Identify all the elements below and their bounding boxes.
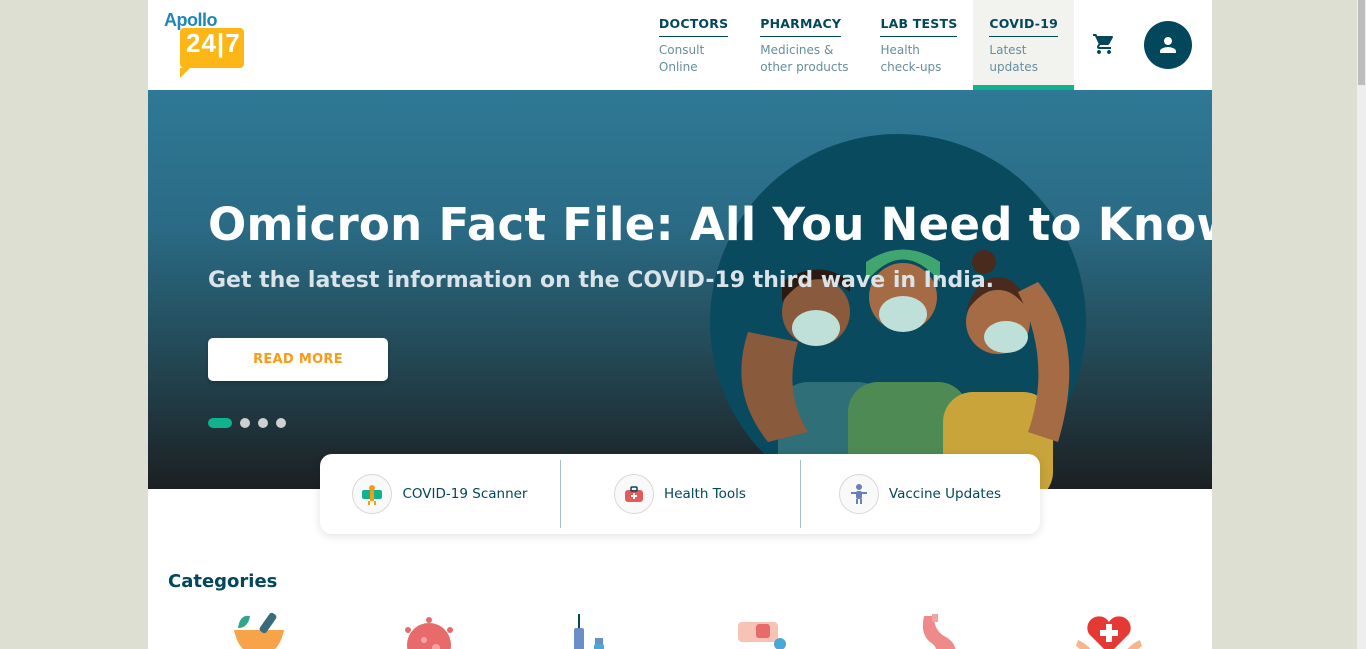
cart-icon [1093,34,1114,54]
quick-link-label: COVID-19 Scanner [402,486,528,502]
quick-links-card: COVID-19 Scanner Health Tools Vaccine Up… [320,454,1040,534]
health-kit-icon [614,474,655,514]
quick-link-covid-scanner[interactable]: COVID-19 Scanner [320,454,560,534]
hero-subtitle: Get the latest information on the COVID-… [208,268,995,293]
nav-item-subtitle: Health check-ups [880,43,942,74]
heart-hands-icon[interactable] [1074,610,1144,649]
virus-icon[interactable] [394,610,464,649]
hero-title: Omicron Fact File: All You Need to Know [208,198,1212,251]
avatar [1144,21,1192,69]
page-scrollbar[interactable] [1357,0,1366,649]
stomach-icon[interactable] [904,610,974,649]
quick-link-label: Vaccine Updates [888,486,1002,502]
bandage-icon[interactable] [734,610,804,649]
herbal-mortar-icon[interactable] [224,610,294,649]
user-icon [1160,37,1176,53]
nav-item-title: DOCTORS [658,16,729,37]
nav-item-subtitle: Latest updates [989,43,1038,74]
carousel-dots [208,418,286,428]
nav-item-subtitle: Medicines & other products [760,43,849,74]
read-more-button[interactable]: READ MORE [208,338,388,381]
carousel-dot-4[interactable] [276,418,286,428]
vaccine-vials-icon[interactable] [564,610,634,649]
apollo-logo[interactable]: Apollo 24|7 [164,10,244,78]
nav-item-title: PHARMACY [760,16,842,37]
page-container: Apollo 24|7 DOCTORS Consult Online PHARM… [148,0,1212,649]
nav-item-subtitle: Consult Online [658,43,705,74]
profile-button[interactable] [1132,0,1212,90]
carousel-dot-1[interactable] [208,418,232,428]
hero-banner: Omicron Fact File: All You Need to Know … [148,90,1212,489]
vaccinated-people-illustration [710,134,1086,489]
nav-item-covid-19[interactable]: COVID-19 Latest updates [973,0,1074,90]
categories-row [208,610,1168,649]
logo-number-text: 24|7 [186,28,241,58]
carousel-dot-3[interactable] [258,418,268,428]
nav-item-doctors[interactable]: DOCTORS Consult Online [643,0,744,90]
nav-item-lab-tests[interactable]: LAB TESTS Health check-ups [864,0,973,90]
cart-button[interactable] [1074,0,1132,90]
nav-item-title: COVID-19 [989,16,1058,37]
quick-link-health-tools[interactable]: Health Tools [560,454,800,534]
site-header: Apollo 24|7 DOCTORS Consult Online PHARM… [148,0,1212,90]
quick-link-vaccine-updates[interactable]: Vaccine Updates [800,454,1040,534]
scrollbar-thumb[interactable] [1358,0,1365,85]
scanner-icon [352,474,393,514]
nav-item-title: LAB TESTS [880,16,958,37]
vaccine-person-icon [838,474,879,514]
quick-link-label: Health Tools [664,486,746,502]
nav-item-pharmacy[interactable]: PHARMACY Medicines & other products [744,0,864,90]
categories-title: Categories [168,571,278,592]
carousel-dot-2[interactable] [240,418,250,428]
main-nav: DOCTORS Consult Online PHARMACY Medicine… [643,0,1212,90]
